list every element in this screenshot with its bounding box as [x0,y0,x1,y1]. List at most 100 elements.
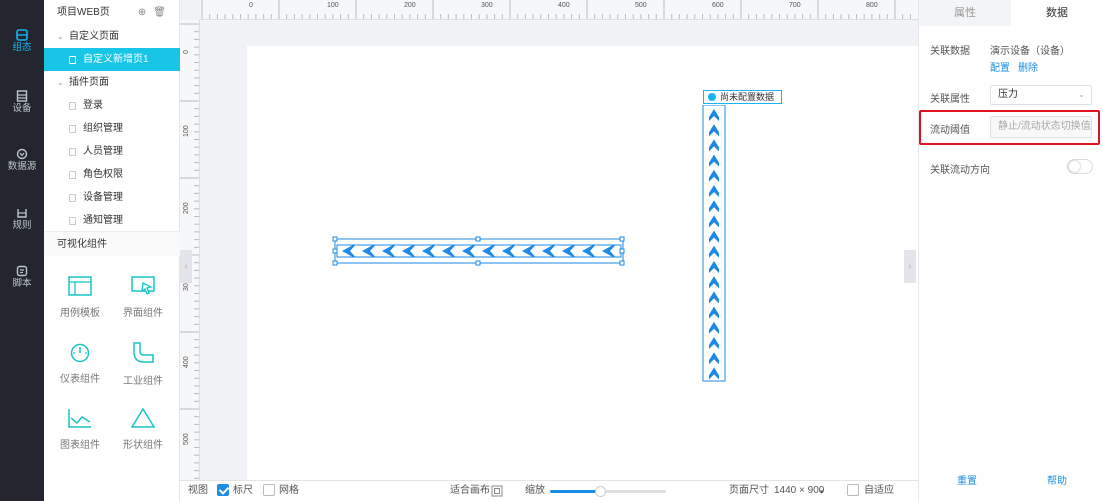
tree-item-label: 自定义新增页1 [83,54,149,65]
tree-item-people[interactable]: 人员管理 [44,140,180,163]
pipe-status-text: 尚未配置数据 [720,92,775,102]
tree-item-custom-page-1[interactable]: 自定义新增页1 [44,48,180,71]
page-icon [69,125,76,133]
ruler-label: 标尺 [233,485,253,496]
flow-direction-toggle[interactable] [1067,159,1093,174]
linked-data-label: 关联数据 [930,46,970,57]
component-industrial[interactable]: 工业组件 [113,342,173,387]
add-page-icon[interactable]: ⊕ [138,7,146,18]
page-icon [69,102,76,110]
component-label: 仪表组件 [60,374,100,385]
canvas-toolbar: 视图 标尺 网格 适合画布 缩放 页面尺寸 1440 × 900 ▾ 自适应 [180,480,918,501]
caret-down-icon: ⌄ [57,32,64,41]
zoom-slider-fill [550,490,600,493]
nav-item-script[interactable]: 脚本 [0,264,44,290]
nav-item-topology[interactable]: 组态 [0,28,44,54]
tree-header: 项目WEB页 ⊕ 🗑 [44,0,180,25]
page-icon [69,171,76,179]
tab-data[interactable]: 数据 [1011,0,1102,26]
triangle-icon [131,408,155,428]
pipe-status-label: 尚未配置数据 [703,90,782,104]
ruler-checkbox[interactable] [217,484,229,496]
nav-item-datasource[interactable]: 数据源 [0,147,44,173]
page-tree-panel: 项目WEB页 ⊕ 🗑 ⌄ 自定义页面 自定义新增页1 ⌄ 插件页面 登录 组织管理… [44,0,180,501]
ruler-label: 100 [183,125,190,137]
horizontal-flow-pipe[interactable] [332,235,626,267]
page-icon [69,148,76,156]
vertical-flow-pipe[interactable] [702,105,726,382]
component-gauge[interactable]: 仪表组件 [50,342,110,385]
tree-group-plugin[interactable]: ⌄ 插件页面 [44,71,180,94]
collapse-left-panel-button[interactable]: ‹ [180,250,192,283]
grid-checkbox[interactable] [263,484,275,496]
component-shape[interactable]: 形状组件 [113,408,173,451]
linked-attr-select[interactable]: 压力 ⌄ [990,85,1092,105]
ruler-label: 200 [183,202,190,214]
tab-attributes[interactable]: 属性 [919,0,1011,26]
tree-item-label: 人员管理 [83,146,123,157]
tree-item-devices[interactable]: 设备管理 [44,186,180,209]
nav-label: 脚本 [12,278,32,289]
nav-label: 规则 [12,220,32,231]
component-label: 形状组件 [123,440,163,451]
props-tabs: 属性 数据 [919,0,1102,26]
zoom-slider[interactable] [550,486,666,497]
layers-icon [16,29,28,41]
tree-group-label: 插件页面 [69,77,109,88]
tree-item-roles[interactable]: 角色权限 [44,163,180,186]
page-size-label: 页面尺寸 [729,485,769,496]
tree-title: 项目WEB页 [57,7,110,18]
nav-item-device[interactable]: 设备 [0,89,44,115]
ruler-label: 300 [481,2,493,9]
ruler-label: 600 [712,2,724,9]
rule-icon [17,209,27,218]
trash-icon[interactable]: 🗑 [153,7,166,18]
ruler-label: 500 [635,2,647,9]
ruler-label: 200 [404,2,416,9]
status-dot-icon [708,93,716,101]
delete-link[interactable]: 删除 [1018,59,1038,74]
component-template[interactable]: 用例模板 [50,276,110,319]
ruler-label: 700 [789,2,801,9]
view-label: 视图 [188,485,208,496]
ui-component-icon [131,276,155,295]
fit-canvas-button[interactable]: 适合画布 [450,485,490,497]
help-button[interactable]: 帮助 [1047,472,1067,487]
horizontal-ruler: 0 100 200 300 400 500 600 700 800 [200,0,918,20]
component-ui[interactable]: 界面组件 [113,276,173,319]
properties-panel: 属性 数据 关联数据 演示设备（设备） 配置 删除 关联属性 压力 ⌄ 流动阈值… [918,0,1102,501]
tree-item-label: 登录 [83,100,103,111]
chevron-left-icon: ‹ [184,261,188,271]
caret-down-icon[interactable]: ▾ [820,487,824,499]
ruler-label: 400 [183,356,190,368]
linked-attr-value: 压力 [998,89,1018,100]
collapse-right-panel-button[interactable]: › [904,250,916,283]
page-size-select[interactable]: 1440 × 900 [774,485,824,497]
tree-group-custom[interactable]: ⌄ 自定义页面 [44,25,180,48]
fit-canvas-icon[interactable] [491,485,503,497]
ruler-label: 500 [183,433,190,445]
nav-label: 设备 [12,103,32,114]
datasource-icon [16,148,28,160]
tree-item-org[interactable]: 组织管理 [44,117,180,140]
template-icon [68,276,92,296]
linked-attr-label: 关联属性 [930,94,970,105]
component-label: 工业组件 [123,376,163,387]
nav-item-rule[interactable]: 规则 [0,206,44,232]
auto-fit-checkbox[interactable] [847,484,859,496]
components-section-title: 可视化组件 [44,231,180,256]
tree-item-label: 角色权限 [83,169,123,180]
zoom-slider-knob[interactable] [594,486,606,497]
tree-group-label: 自定义页面 [69,31,119,42]
script-icon [16,265,28,277]
caret-down-icon: ⌄ [57,78,64,87]
tree-item-label: 组织管理 [83,123,123,134]
tree-item-notify[interactable]: 通知管理 [44,209,180,232]
device-icon [16,90,28,102]
toggle-knob [1069,161,1080,172]
config-link[interactable]: 配置 [990,59,1010,74]
tree-item-login[interactable]: 登录 [44,94,180,117]
tree-item-label: 设备管理 [83,192,123,203]
reset-button[interactable]: 重置 [957,472,977,487]
component-chart[interactable]: 图表组件 [50,408,110,451]
